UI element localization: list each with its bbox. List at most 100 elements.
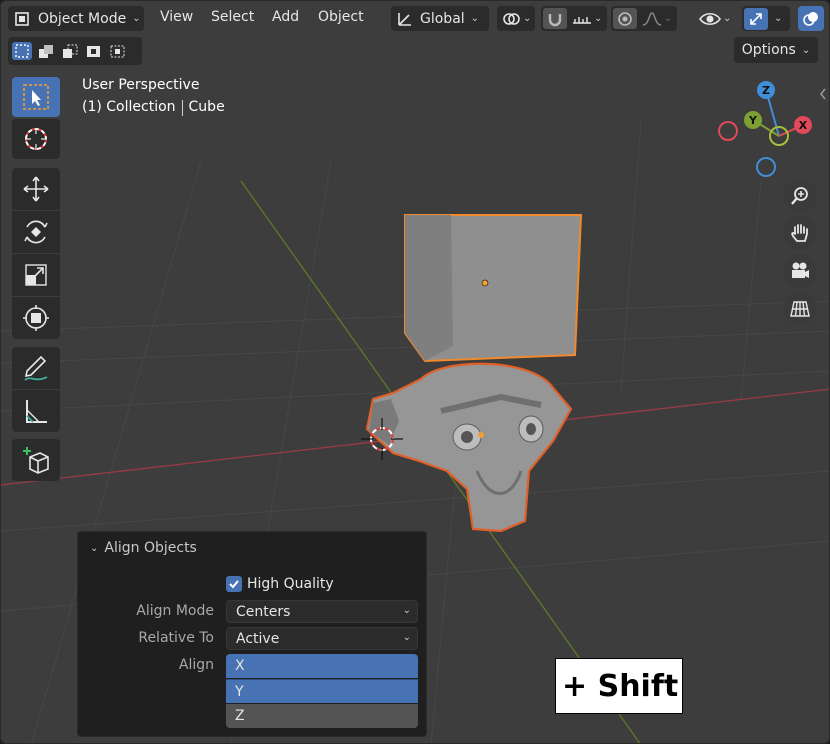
chevron-down-icon: ⌄ [594,13,603,24]
options-button[interactable]: Options ⌄ [734,37,818,63]
select-subtract-button[interactable] [60,42,80,60]
zoom-icon [791,187,808,205]
snap-increment-icon[interactable] [571,11,593,27]
scale-icon [25,264,47,286]
chevron-down-icon: ⌄ [664,13,673,24]
tool-scale[interactable] [12,254,60,296]
relative-to-dropdown[interactable]: Active ⌄ [226,627,418,650]
cube-object [404,214,583,363]
gizmo-y-label: Y [748,114,758,127]
add-cube-icon [23,447,49,474]
proportional-edit-toggle[interactable] [613,8,637,29]
snapping-group: ⌄ [541,6,607,31]
tool-select-box[interactable] [12,77,60,117]
separator [181,100,183,116]
orientation-label: Global [420,10,465,27]
overlays-toggle[interactable] [798,6,824,31]
select-intersect-button[interactable] [108,42,128,60]
chevron-down-icon: ⌄ [402,605,411,616]
align-y-toggle[interactable]: Y [226,679,418,703]
hand-icon [791,224,808,242]
transform-icon [23,305,49,331]
select-extend-button[interactable] [36,42,56,60]
snap-toggle[interactable] [543,8,567,29]
menu-view[interactable]: View [160,9,193,25]
visibility-selector[interactable]: ⌄ [697,6,737,31]
overlays-icon [803,11,818,26]
proportional-editing-group: ⌄ [611,6,677,31]
select-intersect-icon [110,45,125,58]
chevron-down-icon: ⌄ [723,13,732,24]
select-invert-button[interactable] [84,42,104,60]
camera-icon [792,262,809,278]
selection-mode-group [8,37,142,65]
tool-cursor[interactable] [12,119,60,159]
select-new-button[interactable] [12,42,32,60]
chevron-down-icon: ⌄ [470,13,480,24]
monkey-object [365,362,573,533]
menu-select[interactable]: Select [211,9,254,25]
align-objects-panel: ⌄ Align Objects High Quality Align Mode … [77,531,427,737]
menu-add[interactable]: Add [272,9,299,25]
select-box-icon [23,84,49,110]
move-icon [23,176,49,202]
chevron-down-icon[interactable]: ⌄ [774,13,782,24]
zoom-button[interactable] [783,179,817,213]
panel-title: Align Objects [104,540,197,556]
pivot-icon [503,12,520,25]
magnet-icon [548,13,562,26]
align-x-toggle[interactable]: X [226,654,418,678]
rotate-icon [24,220,48,244]
align-z-label: Z [235,708,245,724]
proportional-edit-icon [618,11,632,26]
options-label: Options [741,42,796,58]
tool-rotate[interactable] [12,211,60,253]
chevron-down-icon: ⌄ [523,13,532,24]
orientation-icon [398,12,411,26]
falloff-curve-icon[interactable] [641,11,663,27]
chevron-down-icon: ⌄ [402,632,411,643]
panel-header[interactable]: ⌄ Align Objects [90,540,197,556]
camera-view-button[interactable] [783,254,817,288]
eye-icon [699,12,721,25]
gizmo-toggle[interactable] [744,7,768,30]
align-x-label: X [235,658,245,674]
collection-info: (1) Collection Cube [82,99,225,116]
align-mode-label: Align Mode [136,603,214,619]
checkmark-icon [226,576,242,592]
annotate-icon [24,355,48,381]
transform-orientation-selector[interactable]: Global ⌄ [391,6,489,31]
collapse-chevron-icon: ⌄ [90,542,99,554]
tool-move[interactable] [12,168,60,210]
mode-selector[interactable]: Object Mode ⌄ [8,6,144,31]
relative-to-value: Active [236,630,280,647]
mode-label: Object Mode [38,10,127,27]
tool-measure[interactable] [12,390,60,432]
select-extend-icon [39,45,53,58]
chevron-down-icon: ⌄ [801,44,811,56]
align-mode-dropdown[interactable]: Centers ⌄ [226,600,418,623]
align-label: Align [178,657,214,673]
cursor-icon [25,128,47,150]
gizmo-x-label: X [799,119,808,132]
pan-button[interactable] [783,216,817,250]
menu-object[interactable]: Object [318,9,364,25]
sidebar-toggle-icon [820,88,826,100]
viewport-header: Object Mode ⌄ View Select Add Object Glo… [1,1,829,35]
perspective-toggle-button[interactable] [783,292,817,326]
select-subtract-icon [63,44,78,58]
key-hint: + Shift [555,658,683,714]
pivot-point-selector[interactable]: ⌄ [497,6,535,31]
high-quality-checkbox[interactable]: High Quality [226,576,334,592]
tool-annotate[interactable] [12,347,60,389]
active-object-name: Cube [188,99,225,115]
tool-add-cube[interactable] [12,439,60,481]
3d-viewport[interactable]: Z Y X Object Mode ⌄ View Select Add Obje… [0,0,830,744]
align-mode-value: Centers [236,603,291,620]
align-y-label: Y [235,683,244,700]
align-z-toggle[interactable]: Z [226,704,418,728]
select-invert-icon [87,46,100,57]
select-new-icon [15,44,29,58]
tool-transform[interactable] [12,297,60,339]
collection-name: (1) Collection [82,99,176,115]
